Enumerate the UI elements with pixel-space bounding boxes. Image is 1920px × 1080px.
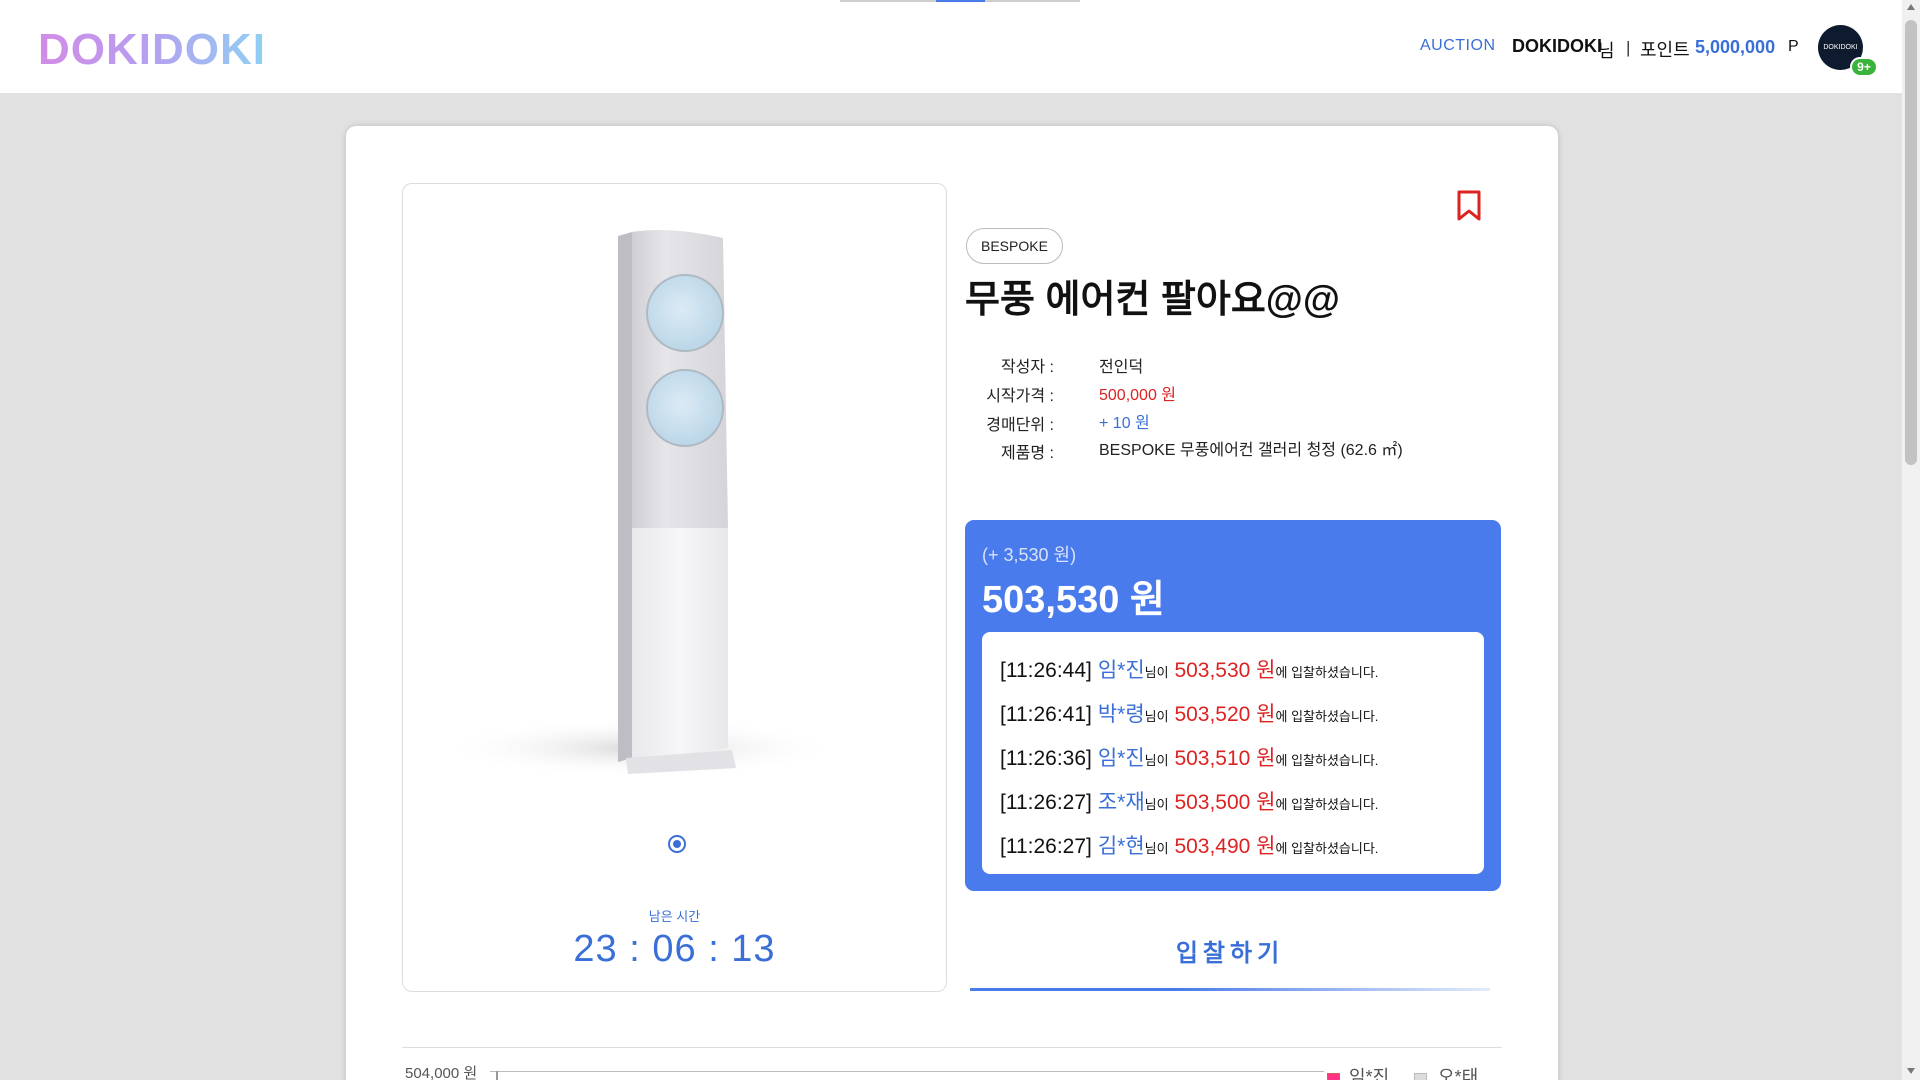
notification-badge[interactable]: 9+ [1850, 57, 1878, 77]
chart-gridline [490, 1071, 1324, 1072]
header-divider: | [1626, 38, 1631, 57]
product-image[interactable] [440, 228, 840, 776]
bidder-name: 박*령 [1097, 703, 1145, 726]
legend-swatch-series-1[interactable] [1327, 1073, 1340, 1080]
bid-tail: 에 입찰하셨습니다. [1275, 753, 1379, 768]
bid-tail: 에 입찰하셨습니다. [1275, 841, 1379, 856]
logo[interactable]: DOKIDOKI [38, 25, 266, 75]
info-label-product-name: 제품명 : [1000, 445, 1054, 462]
carousel-dot-icon[interactable] [668, 835, 686, 853]
bid-suffix: 님이 [1144, 709, 1169, 724]
bidder-name: 조*재 [1097, 791, 1145, 814]
bidder-name: 임*진 [1097, 747, 1145, 770]
bid-time: [11:26:27] [1000, 835, 1092, 858]
info-value-start-price: 500,000 원 [1099, 387, 1177, 404]
bid-suffix: 님이 [1144, 665, 1169, 680]
bid-time: [11:26:41] [1000, 703, 1092, 726]
info-value-bid-unit: + 10 원 [1099, 415, 1150, 432]
remaining-time-label: 남은 시간 [648, 909, 701, 924]
bid-tail: 에 입찰하셨습니다. [1275, 709, 1379, 724]
legend-label-series-1[interactable]: 임*진 [1349, 1063, 1389, 1080]
bidder-name: 김*현 [1097, 835, 1145, 858]
bid-tail: 에 입찰하셨습니다. [1275, 665, 1379, 680]
info-label-author: 작성자 : [1000, 359, 1054, 376]
info-label-bid-unit: 경매단위 : [986, 417, 1054, 434]
bid-amount: 503,500 원 [1174, 791, 1276, 814]
info-value-author: 전인덕 [1099, 359, 1144, 376]
chart-y-tick-label: 504,000 원 [405, 1065, 478, 1080]
user-name-suffix: 님 [1598, 41, 1615, 61]
legend-label-series-2[interactable]: 오*태 [1438, 1063, 1478, 1080]
bid-button-underline [970, 988, 1490, 991]
bid-log-row: [11:26:44] 임*진님이 503,530 원에 입찰하셨습니다. [1000, 654, 1378, 684]
bookmark-icon[interactable] [1456, 190, 1482, 222]
scroll-down-arrow-icon[interactable] [1907, 1068, 1915, 1074]
page-indicator-strip [840, 0, 1080, 2]
bid-time: [11:26:27] [1000, 791, 1092, 814]
scrollbar[interactable] [1902, 0, 1920, 1080]
bidder-name: 임*진 [1097, 659, 1145, 682]
chart-axis-tick [496, 1071, 498, 1080]
bid-suffix: 님이 [1144, 753, 1169, 768]
product-title: 무풍 에어컨 팔아요@@ [965, 279, 1340, 321]
bid-log-row: [11:26:27] 조*재님이 503,500 원에 입찰하셨습니다. [1000, 786, 1378, 816]
info-label-start-price: 시작가격 : [986, 388, 1054, 405]
bid-increment: (+ 3,530 원) [982, 545, 1077, 565]
brand-tag[interactable]: BESPOKE [966, 228, 1063, 264]
bid-log-row: [11:26:41] 박*령님이 503,520 원에 입찰하셨습니다. [1000, 698, 1378, 728]
countdown-timer: 23 : 06 : 13 [573, 928, 776, 970]
bid-amount: 503,530 원 [1174, 659, 1276, 682]
nav-auction-link[interactable]: AUCTION [1420, 37, 1496, 55]
bid-suffix: 님이 [1144, 797, 1169, 812]
bid-amount: 503,510 원 [1174, 747, 1276, 770]
scroll-up-arrow-icon[interactable] [1907, 4, 1915, 10]
info-value-product-name: BESPOKE 무풍에어컨 갤러리 청정 (62.6 ㎡) [1099, 442, 1403, 459]
page-indicator-active [936, 0, 985, 2]
points-label: 포인트 [1640, 40, 1690, 60]
scroll-thumb[interactable] [1905, 20, 1917, 465]
bid-time: [11:26:44] [1000, 659, 1092, 682]
bid-tail: 에 입찰하셨습니다. [1275, 797, 1379, 812]
chart-top-divider [402, 1047, 1502, 1048]
place-bid-button[interactable]: 입찰하기 [970, 934, 1490, 996]
bid-time: [11:26:36] [1000, 747, 1092, 770]
bid-amount: 503,490 원 [1174, 835, 1276, 858]
bid-log-row: [11:26:36] 임*진님이 503,510 원에 입찰하셨습니다. [1000, 742, 1378, 772]
points-unit: P [1788, 38, 1799, 55]
current-bid-price: 503,530 원 [982, 579, 1165, 621]
bid-amount: 503,520 원 [1174, 703, 1276, 726]
top-header: DOKIDOKI AUCTION DOKIDOKI 님 | 포인트 5,000,… [0, 0, 1902, 93]
bid-suffix: 님이 [1144, 841, 1169, 856]
user-name: DOKIDOKI [1512, 36, 1602, 56]
bid-log-row: [11:26:27] 김*현님이 503,490 원에 입찰하셨습니다. [1000, 830, 1378, 860]
legend-swatch-series-2[interactable] [1414, 1073, 1427, 1080]
points-value: 5,000,000 [1695, 37, 1776, 57]
